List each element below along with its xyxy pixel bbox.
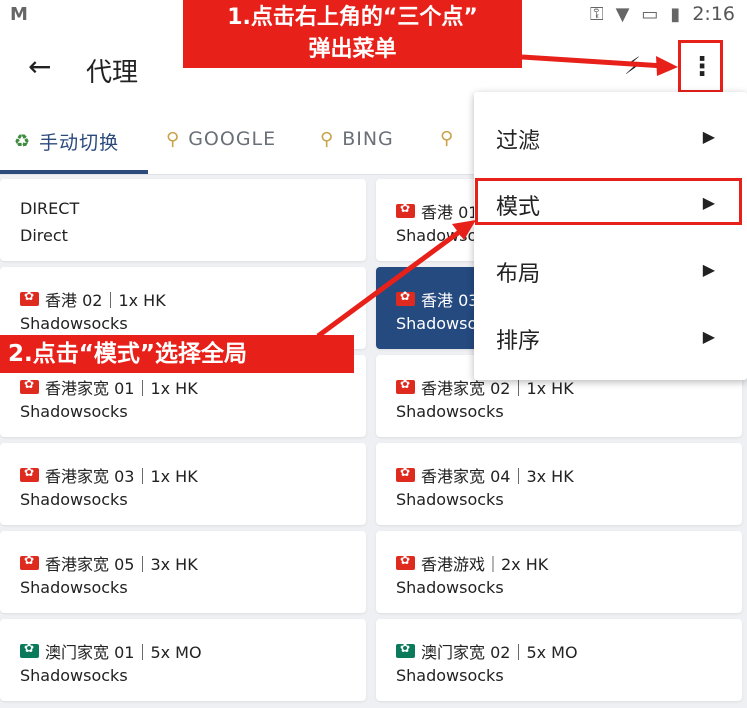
- proxy-name: 澳门家宽 01｜5x MO: [20, 639, 202, 663]
- annotation-highlight-mode: [475, 178, 742, 225]
- tab-google[interactable]: ⚲ GOOGLE: [166, 128, 276, 150]
- menu-item-sort[interactable]: 排序 ▶: [474, 303, 747, 369]
- proxy-card[interactable]: 澳门家宽 01｜5x MO Shadowsocks: [0, 619, 366, 701]
- triangle-right-icon: ▶: [702, 260, 715, 279]
- annotation-highlight-more: [678, 40, 723, 93]
- menu-item-filter[interactable]: 过滤 ▶: [474, 103, 747, 169]
- proxy-card[interactable]: 香港家宽 04｜3x HK Shadowsocks: [376, 443, 742, 525]
- recycle-icon: ♻: [14, 131, 32, 152]
- overflow-menu: 过滤 ▶ 模式 ▶ 布局 ▶ 排序 ▶: [474, 92, 747, 380]
- proxy-type: Shadowsocks: [396, 578, 504, 597]
- proxy-type: Shadowsocks: [396, 402, 504, 421]
- proxy-name: 香港 01: [396, 199, 478, 223]
- hk-flag-icon: [396, 465, 415, 482]
- proxy-type: Shadowsocks: [20, 666, 128, 685]
- annotation-text: 1.点击右上角的“三个点”: [227, 5, 478, 30]
- search-icon: ⚲: [320, 128, 335, 150]
- proxy-name: 香港 03: [396, 287, 478, 311]
- proxy-type: Direct: [20, 226, 68, 245]
- hk-flag-icon: [20, 289, 39, 306]
- proxy-type: Shadowsocks: [396, 490, 504, 509]
- search-icon: ⚲: [166, 128, 181, 150]
- annotation-text: 弹出菜单: [308, 37, 397, 62]
- mo-flag-icon: [20, 641, 39, 658]
- proxy-name: 香港家宽 03｜1x HK: [20, 463, 198, 487]
- hk-flag-icon: [396, 553, 415, 570]
- hk-flag-icon: [396, 377, 415, 394]
- tab-more[interactable]: ⚲: [440, 128, 454, 149]
- proxy-name: 香港家宽 05｜3x HK: [20, 551, 198, 575]
- tab-label: BING: [342, 128, 394, 150]
- proxy-name: 香港游戏｜2x HK: [396, 551, 548, 575]
- gmail-icon: M: [10, 4, 28, 25]
- hk-flag-icon: [396, 289, 415, 306]
- triangle-right-icon: ▶: [702, 327, 715, 346]
- proxy-type: Shadowsocks: [20, 578, 128, 597]
- proxy-card[interactable]: 香港家宽 05｜3x HK Shadowsocks: [0, 531, 366, 613]
- proxy-name: 香港 02｜1x HK: [20, 287, 166, 311]
- search-icon: ⚲: [440, 128, 455, 149]
- triangle-right-icon: ▶: [702, 127, 715, 146]
- status-time: 2:16: [692, 3, 735, 25]
- hk-flag-icon: [396, 201, 415, 218]
- menu-item-label: 过滤: [496, 129, 541, 154]
- annotation-step-1: 1.点击右上角的“三个点” 弹出菜单: [183, 0, 522, 68]
- proxy-name: DIRECT: [20, 199, 80, 218]
- proxy-type: Shadowsocks: [20, 490, 128, 509]
- hk-flag-icon: [20, 377, 39, 394]
- tab-manual-switch[interactable]: ♻ 手动切换: [14, 128, 119, 155]
- status-icons: ⚿ ▼ ▭ ▮ 2:16: [590, 3, 735, 25]
- no-sim-icon: ▭: [641, 3, 659, 25]
- menu-item-label: 布局: [496, 262, 541, 287]
- mo-flag-icon: [396, 641, 415, 658]
- tab-label: GOOGLE: [188, 128, 277, 150]
- tab-bing[interactable]: ⚲ BING: [320, 128, 394, 150]
- active-tab-indicator: [0, 170, 148, 174]
- key-icon: ⚿: [589, 3, 604, 25]
- proxy-card[interactable]: 澳门家宽 02｜5x MO Shadowsocks: [376, 619, 742, 701]
- menu-item-layout[interactable]: 布局 ▶: [474, 236, 747, 302]
- proxy-card[interactable]: 香港游戏｜2x HK Shadowsocks: [376, 531, 742, 613]
- bolt-icon[interactable]: ⚡: [624, 52, 641, 80]
- proxy-card[interactable]: DIRECT Direct: [0, 179, 366, 261]
- proxy-type: Shadowsocks: [20, 402, 128, 421]
- proxy-type: Shadowsocks: [396, 666, 504, 685]
- proxy-name: 澳门家宽 02｜5x MO: [396, 639, 578, 663]
- hk-flag-icon: [20, 553, 39, 570]
- page-title: 代理: [86, 58, 139, 88]
- arrow-left-icon[interactable]: ←: [28, 50, 51, 83]
- tab-label: 手动切换: [39, 132, 120, 154]
- wifi-icon: ▼: [615, 3, 630, 25]
- proxy-type: Shadowsocks: [20, 314, 128, 333]
- menu-item-label: 排序: [496, 329, 541, 354]
- proxy-card[interactable]: 香港家宽 03｜1x HK Shadowsocks: [0, 443, 366, 525]
- annotation-step-2: 2.点击“模式”选择全局: [0, 335, 354, 373]
- proxy-name: 香港家宽 01｜1x HK: [20, 375, 198, 399]
- hk-flag-icon: [20, 465, 39, 482]
- battery-icon: ▮: [670, 3, 681, 25]
- proxy-name: 香港家宽 04｜3x HK: [396, 463, 574, 487]
